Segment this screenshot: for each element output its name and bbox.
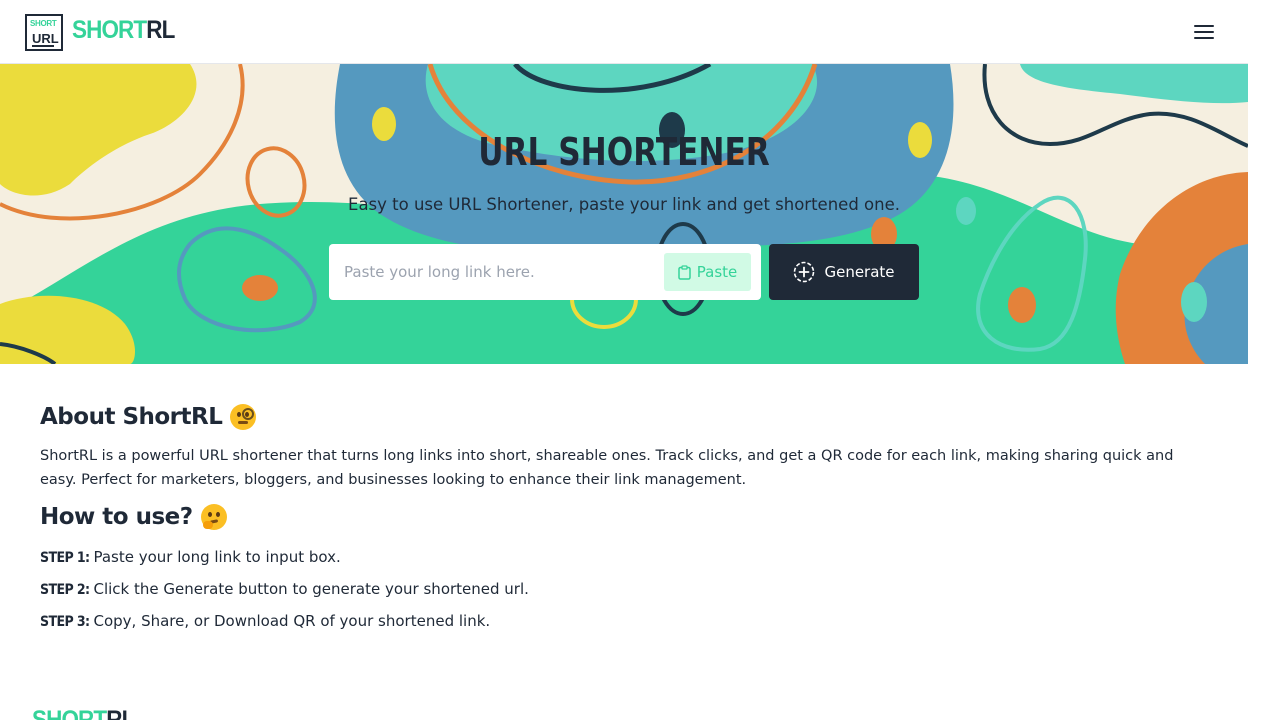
about-paragraph: ShortRL is a powerful URL shortener that…	[40, 448, 1174, 488]
logo-wordmark[interactable]: SHORTRL	[72, 16, 175, 45]
logo-icon-bottom-text: URL	[32, 31, 59, 47]
thinking-face-emoji-icon	[200, 504, 227, 530]
footer-logo-a: SHORT	[32, 706, 107, 720]
logo-wordmark-b: RL	[146, 16, 175, 44]
logo-icon[interactable]: SHORT URL	[25, 14, 63, 51]
how-to-heading-text: How to use?	[40, 504, 193, 530]
about-heading: About ShortRL	[40, 404, 257, 430]
generate-button[interactable]: Generate	[769, 244, 919, 300]
step-item: STEP 2: Click the Generate button to gen…	[40, 580, 529, 598]
footer-logo-wordmark[interactable]: SHORTRL	[32, 706, 135, 720]
hamburger-menu-icon[interactable]	[1190, 22, 1218, 42]
url-input-container: Paste	[329, 244, 761, 300]
about-heading-text: About ShortRL	[40, 404, 223, 430]
site-header: SHORT URL SHORTRL	[0, 0, 1248, 64]
long-link-input[interactable]	[344, 244, 664, 300]
paste-button-label: Paste	[696, 263, 738, 281]
step-text: Paste your long link to input box.	[93, 548, 341, 566]
plus-circle-icon	[794, 261, 815, 283]
footer-logo-b: RL	[106, 706, 135, 720]
step-text: Copy, Share, or Download QR of your shor…	[93, 612, 491, 630]
hero-subtitle: Easy to use URL Shortener, paste your li…	[348, 195, 900, 214]
generate-button-label: Generate	[824, 263, 895, 281]
logo-icon-top-text: SHORT	[30, 19, 57, 28]
step-text: Click the Generate button to generate yo…	[93, 580, 529, 598]
hero-section: URL SHORTENER Easy to use URL Shortener,…	[0, 64, 1248, 364]
monocle-face-emoji-icon	[230, 404, 257, 430]
step-label: STEP 2:	[40, 582, 90, 598]
step-label: STEP 1:	[40, 550, 90, 566]
clipboard-icon	[678, 264, 691, 280]
how-to-heading: How to use?	[40, 504, 227, 530]
paste-button[interactable]: Paste	[664, 253, 751, 291]
hero-title: URL SHORTENER	[478, 130, 770, 174]
hero-decorative-background	[0, 64, 1248, 364]
logo-wordmark-a: SHORT	[72, 16, 147, 44]
step-label: STEP 3:	[40, 614, 90, 630]
step-item: STEP 1: Paste your long link to input bo…	[40, 548, 341, 566]
step-item: STEP 3: Copy, Share, or Download QR of y…	[40, 612, 490, 630]
